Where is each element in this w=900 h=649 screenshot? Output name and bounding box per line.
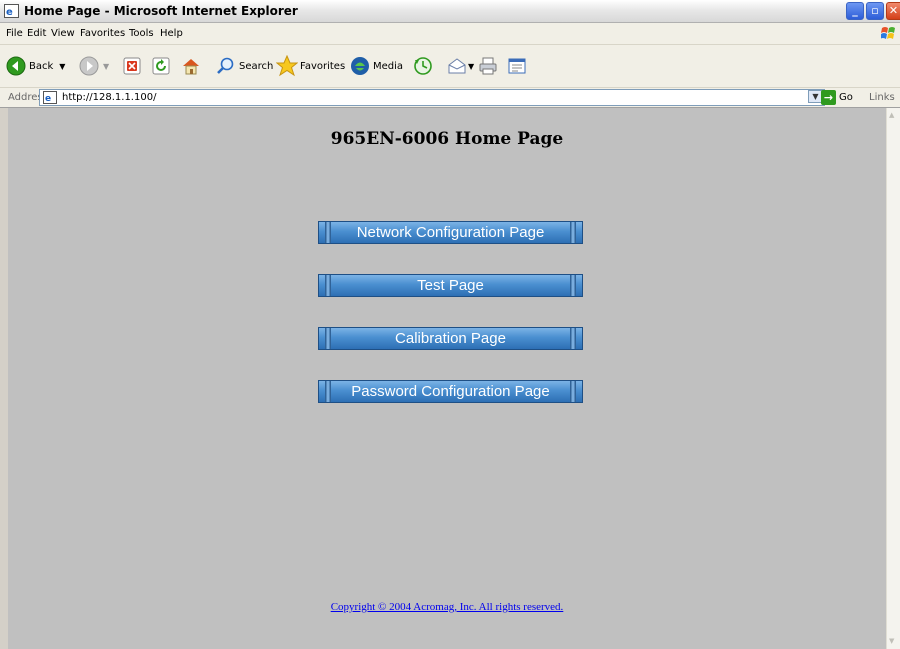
- button-label: Network Configuration Page: [356, 224, 545, 241]
- forward-button[interactable]: ▼: [79, 53, 109, 79]
- search-label: Search: [239, 60, 274, 72]
- vertical-scrollbar[interactable]: ▲ ▼: [886, 108, 900, 649]
- print-icon: [479, 57, 497, 75]
- search-button[interactable]: Search: [216, 53, 273, 79]
- edit-button[interactable]: [507, 53, 527, 79]
- svg-text:e: e: [6, 7, 13, 18]
- forward-dropdown-icon[interactable]: ▼: [103, 62, 109, 71]
- favorites-star-icon: [276, 55, 298, 77]
- print-button[interactable]: [478, 53, 498, 79]
- menu-view[interactable]: View: [51, 28, 75, 39]
- button-left-cap: [325, 328, 331, 349]
- stop-icon: [123, 57, 141, 75]
- windows-logo-icon: [881, 27, 895, 39]
- network-configuration-button[interactable]: Network Configuration Page: [318, 221, 583, 244]
- favorites-button[interactable]: Favorites: [276, 53, 345, 79]
- history-button[interactable]: [413, 53, 433, 79]
- button-label: Password Configuration Page: [351, 383, 550, 400]
- close-button[interactable]: ✕: [886, 2, 900, 20]
- scroll-up-icon[interactable]: ▲: [889, 111, 894, 119]
- mail-icon: [448, 58, 466, 74]
- button-left-cap: [325, 381, 331, 402]
- address-url: http://128.1.1.100/: [62, 92, 157, 103]
- test-page-button[interactable]: Test Page: [318, 274, 583, 297]
- button-left-cap: [325, 275, 331, 296]
- media-icon: [351, 57, 369, 75]
- refresh-icon: [152, 57, 170, 75]
- menu-help[interactable]: Help: [160, 28, 183, 39]
- maximize-button[interactable]: ▫: [866, 2, 884, 20]
- back-button[interactable]: Back ▼: [6, 53, 65, 79]
- button-right-cap: [570, 222, 576, 243]
- page-title: 965EN-6006 Home Page: [330, 129, 564, 149]
- window-titlebar: e Home Page - Microsoft Internet Explore…: [0, 0, 900, 23]
- history-icon: [414, 57, 432, 75]
- media-label: Media: [373, 60, 404, 72]
- scroll-down-icon[interactable]: ▼: [889, 637, 894, 645]
- links-button[interactable]: Links: [869, 92, 895, 103]
- favorites-label: Favorites: [300, 60, 346, 72]
- address-input[interactable]: e http://128.1.1.100/: [39, 89, 825, 106]
- address-bar: Address e http://128.1.1.100/ ▼ → Go Lin…: [0, 88, 900, 108]
- mail-button[interactable]: ▼: [447, 53, 474, 79]
- standard-toolbar: Back ▼ ▼ Search Favorites Media ▼: [0, 45, 900, 88]
- menu-favorites[interactable]: Favorites: [80, 28, 125, 39]
- button-right-cap: [570, 328, 576, 349]
- calibration-page-button[interactable]: Calibration Page: [318, 327, 583, 350]
- window-left-frame: [0, 108, 8, 649]
- home-icon: [183, 59, 199, 75]
- home-button[interactable]: [181, 53, 201, 79]
- media-button[interactable]: Media: [350, 53, 403, 79]
- refresh-button[interactable]: [152, 53, 170, 79]
- page-viewport: 965EN-6006 Home Page Network Configurati…: [8, 108, 886, 649]
- button-left-cap: [325, 222, 331, 243]
- minimize-button[interactable]: _: [846, 2, 864, 20]
- back-label: Back: [29, 60, 54, 72]
- button-label: Calibration Page: [395, 330, 506, 347]
- stop-button[interactable]: [123, 53, 141, 79]
- ie-page-icon: e: [4, 4, 19, 18]
- svg-text:e: e: [45, 94, 51, 104]
- forward-arrow-icon: [79, 56, 99, 76]
- menu-file[interactable]: File: [6, 28, 23, 39]
- go-button[interactable]: Go: [839, 92, 853, 103]
- copyright-link[interactable]: Copyright © 2004 Acromag, Inc. All right…: [8, 601, 886, 613]
- page-icon: e: [43, 91, 57, 104]
- edit-page-icon: [508, 58, 526, 74]
- button-right-cap: [570, 275, 576, 296]
- menu-edit[interactable]: Edit: [27, 28, 46, 39]
- menu-tools[interactable]: Tools: [129, 28, 154, 39]
- search-icon: [217, 57, 234, 74]
- back-dropdown-icon[interactable]: ▼: [59, 62, 65, 71]
- back-arrow-icon: [6, 56, 26, 76]
- password-configuration-button[interactable]: Password Configuration Page: [318, 380, 583, 403]
- button-label: Test Page: [417, 277, 484, 294]
- button-right-cap: [570, 381, 576, 402]
- go-arrow-icon[interactable]: →: [821, 90, 836, 105]
- window-title: Home Page - Microsoft Internet Explorer: [24, 4, 298, 18]
- menu-bar: File Edit View Favorites Tools Help: [0, 23, 900, 45]
- mail-dropdown-icon[interactable]: ▼: [468, 62, 474, 71]
